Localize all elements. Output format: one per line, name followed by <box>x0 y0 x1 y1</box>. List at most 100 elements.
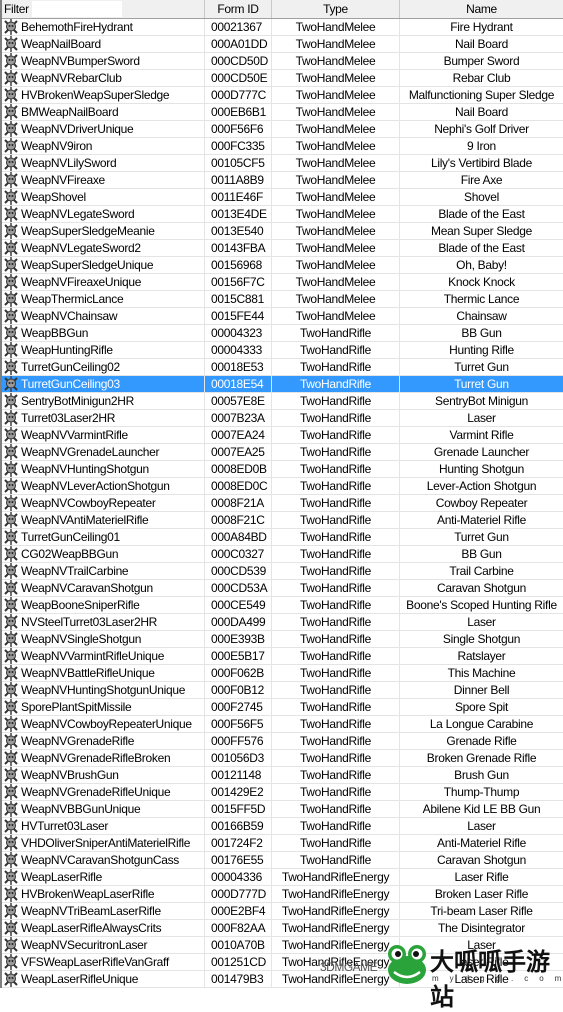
column-header-name[interactable]: Name <box>400 0 563 18</box>
table-row[interactable]: WeapNVVarmintRifleUnique 000E5B17 TwoHandR… <box>0 648 563 665</box>
name-cell: Nail Board <box>454 105 509 119</box>
table-row[interactable]: BehemothFireHydrant 00021367 TwoHandMelee F… <box>0 19 563 36</box>
editor-id-cell: WeapNVBBGunUnique <box>0 801 205 817</box>
table-row[interactable]: WeapNVFireaxeUnique 00156F7C TwoHandMelee K… <box>0 274 563 291</box>
table-row[interactable]: WeapShovel 0011E46F TwoHandMelee Shovel <box>0 189 563 206</box>
table-row[interactable]: WeapSuperSledgeMeanie 0013E540 TwoHandMele… <box>0 223 563 240</box>
table-row[interactable]: CG02WeapBBGun 000C0327 TwoHandRifle BB Gun <box>0 546 563 563</box>
editor-id-cell: WeapLaserRifleUnique <box>0 971 205 987</box>
table-row[interactable]: WeapNVDriverUnique 000F56F6 TwoHandMelee Ne… <box>0 121 563 138</box>
table-row[interactable]: TurretGunCeiling02 00018E53 TwoHandRifle Tu… <box>0 359 563 376</box>
table-row[interactable]: WeapNVBattleRifleUnique 000F062B TwoHandRi… <box>0 665 563 682</box>
type-cell: TwoHandMelee <box>272 155 400 171</box>
type-cell: TwoHandRifle <box>272 376 400 392</box>
table-row[interactable]: WeapNVTriBeamLaserRifle 000E2BF4 TwoHandRi… <box>0 903 563 920</box>
type-cell: TwoHandMelee <box>272 257 400 273</box>
editor-id-cell: WeapShovel <box>0 189 205 205</box>
form-id-cell: 0007EA25 <box>205 444 272 460</box>
column-header-form-id[interactable]: Form ID <box>205 0 272 18</box>
table-row[interactable]: HVBrokenWeapSuperSledge 000D777C TwoHandMe… <box>0 87 563 104</box>
table-row[interactable]: WeapNVTrailCarbine 000CD539 TwoHandRifle Tr… <box>0 563 563 580</box>
type-cell: TwoHandMelee <box>272 36 400 52</box>
column-header-type[interactable]: Type <box>272 0 400 18</box>
type-cell: TwoHandRifle <box>272 784 400 800</box>
name-cell: Blade of the East <box>438 207 525 221</box>
form-id-cell: 000F56F5 <box>205 716 272 732</box>
table-row[interactable]: WeapNVLilySword 00105CF5 TwoHandMelee Lily'… <box>0 155 563 172</box>
form-id-cell: 000C0327 <box>205 546 272 562</box>
table-row[interactable]: WeapThermicLance 0015C881 TwoHandMelee Ther… <box>0 291 563 308</box>
table-row[interactable]: Turret03Laser2HR 0007B23A TwoHandRifle Lase… <box>0 410 563 427</box>
table-row[interactable]: WeapNVLeverActionShotgun 0008ED0C TwoHandR… <box>0 478 563 495</box>
form-id-cell: 001479B3 <box>205 971 272 987</box>
editor-id-cell: BMWeapNailBoard <box>0 104 205 120</box>
column-header-editor-id[interactable]: Filter <box>0 0 205 18</box>
table-row[interactable]: WeapNVGrenadeRifle 000FF576 TwoHandRifle Gr… <box>0 733 563 750</box>
table-row[interactable]: WeapNVGrenadeRifleBroken 001056D3 TwoHandR… <box>0 750 563 767</box>
table-row[interactable]: WeapNVAntiMaterielRifle 0008F21C TwoHandRi… <box>0 512 563 529</box>
table-row[interactable]: WeapNVCowboyRepeater 0008F21A TwoHandRifle… <box>0 495 563 512</box>
table-row[interactable]: BMWeapNailBoard 000EB6B1 TwoHandMelee Nail … <box>0 104 563 121</box>
table-row[interactable]: SentryBotMinigun2HR 00057E8E TwoHandRifle S… <box>0 393 563 410</box>
table-row[interactable]: TurretGunCeiling01 000A84BD TwoHandRifle Tu… <box>0 529 563 546</box>
name-cell: Spore Spit <box>454 700 509 714</box>
type-cell: TwoHandRifleEnergy <box>272 903 400 919</box>
table-row[interactable]: WeapBBGun 00004323 TwoHandRifle BB Gun <box>0 325 563 342</box>
editor-id-cell: WeapHuntingRifle <box>0 342 205 358</box>
table-row[interactable]: WeapNVHuntingShotgunUnique 000F0B12 TwoHan… <box>0 682 563 699</box>
table-row[interactable]: WeapNVChainsaw 0015FE44 TwoHandMelee Chains… <box>0 308 563 325</box>
name-cell: Laser <box>467 411 496 425</box>
table-row[interactable]: WeapNVRebarClub 000CD50E TwoHandMelee Rebar… <box>0 70 563 87</box>
table-row[interactable]: WeapNVBrushGun 00121148 TwoHandRifle Brush … <box>0 767 563 784</box>
table-row[interactable]: NVSteelTurret03Laser2HR 000DA499 TwoHandRi… <box>0 614 563 631</box>
form-id-cell: 001724F2 <box>205 835 272 851</box>
table-row[interactable]: WeapHuntingRifle 00004333 TwoHandRifle Hunt… <box>0 342 563 359</box>
type-cell: TwoHandRifle <box>272 597 400 613</box>
table-row[interactable]: WeapNVFireaxe 0011A8B9 TwoHandMelee Fire Ax… <box>0 172 563 189</box>
table-row[interactable]: WeapNVLegateSword 0013E4DE TwoHandMelee Bla… <box>0 206 563 223</box>
table-row[interactable]: WeapNVHuntingShotgun 0008ED0B TwoHandRifle… <box>0 461 563 478</box>
form-id-cell: 000F82AA <box>205 920 272 936</box>
table-row[interactable]: WeapNailBoard 000A01DD TwoHandMelee Nail Bo… <box>0 36 563 53</box>
table-row[interactable]: WeapNVBumperSword 000CD50D TwoHandMelee Bum… <box>0 53 563 70</box>
table-row[interactable]: WeapLaserRifle 00004336 TwoHandRifleEnergy… <box>0 869 563 886</box>
table-row[interactable]: WeapNV9iron 000FC335 TwoHandMelee 9 Iron <box>0 138 563 155</box>
table-row[interactable]: SporePlantSpitMissile 000F2745 TwoHandRifl… <box>0 699 563 716</box>
type-cell: TwoHandRifle <box>272 733 400 749</box>
form-id-cell: 000FF576 <box>205 733 272 749</box>
table-row[interactable]: WeapNVCaravanShotgunCass 00176E55 TwoHandR… <box>0 852 563 869</box>
table-row[interactable]: WeapNVGrenadeRifleUnique 001429E2 TwoHandR… <box>0 784 563 801</box>
type-cell: TwoHandRifle <box>272 342 400 358</box>
table-header: Filter Form ID Type Name <box>0 0 563 19</box>
form-id-cell: 000CD53A <box>205 580 272 596</box>
table-row[interactable]: WeapBooneSniperRifle 000CE549 TwoHandRifle… <box>0 597 563 614</box>
table-row[interactable]: WeapNVLegateSword2 00143FBA TwoHandMelee Bl… <box>0 240 563 257</box>
table-row[interactable]: TurretGunCeiling03 00018E54 TwoHandRifle Tu… <box>0 376 563 393</box>
type-cell: TwoHandRifle <box>272 835 400 851</box>
form-id-cell: 000A01DD <box>205 36 272 52</box>
table-row[interactable]: HVBrokenWeapLaserRifle 000D777D TwoHandRif… <box>0 886 563 903</box>
table-row[interactable]: HVTurret03Laser 00166B59 TwoHandRifle Laser <box>0 818 563 835</box>
filter-input[interactable] <box>32 1 122 17</box>
editor-id-cell: WeapNVCowboyRepeater <box>0 495 205 511</box>
type-cell: TwoHandMelee <box>272 206 400 222</box>
name-cell: Broken Laser Rifle <box>434 887 529 901</box>
form-id-cell: 00004323 <box>205 325 272 341</box>
table-row[interactable]: WeapSuperSledgeUnique 00156968 TwoHandMele… <box>0 257 563 274</box>
table-row[interactable]: WeapNVCaravanShotgun 000CD53A TwoHandRifle… <box>0 580 563 597</box>
table-row[interactable]: WeapNVCowboyRepeaterUnique 000F56F5 TwoHan… <box>0 716 563 733</box>
form-id-cell: 00004336 <box>205 869 272 885</box>
name-cell: Hunting Rifle <box>449 343 514 357</box>
table-row[interactable]: WeapNVGrenadeLauncher 0007EA25 TwoHandRifl… <box>0 444 563 461</box>
name-cell: Cowboy Repeater <box>435 496 528 510</box>
type-cell: TwoHandRifle <box>272 801 400 817</box>
type-cell: TwoHandMelee <box>272 87 400 103</box>
editor-id-cell: WeapNVTrailCarbine <box>0 563 205 579</box>
table-row[interactable]: WeapNVBBGunUnique 0015FF5D TwoHandRifle Abi… <box>0 801 563 818</box>
table-row[interactable]: WeapLaserRifleAlwaysCrits 000F82AA TwoHand… <box>0 920 563 937</box>
table-row[interactable]: VHDOliverSniperAntiMaterielRifle 001724F2… <box>0 835 563 852</box>
type-cell: TwoHandRifle <box>272 529 400 545</box>
type-cell: TwoHandRifle <box>272 512 400 528</box>
table-row[interactable]: WeapNVSingleShotgun 000E393B TwoHandRifle S… <box>0 631 563 648</box>
table-row[interactable]: WeapNVVarmintRifle 0007EA24 TwoHandRifle Va… <box>0 427 563 444</box>
